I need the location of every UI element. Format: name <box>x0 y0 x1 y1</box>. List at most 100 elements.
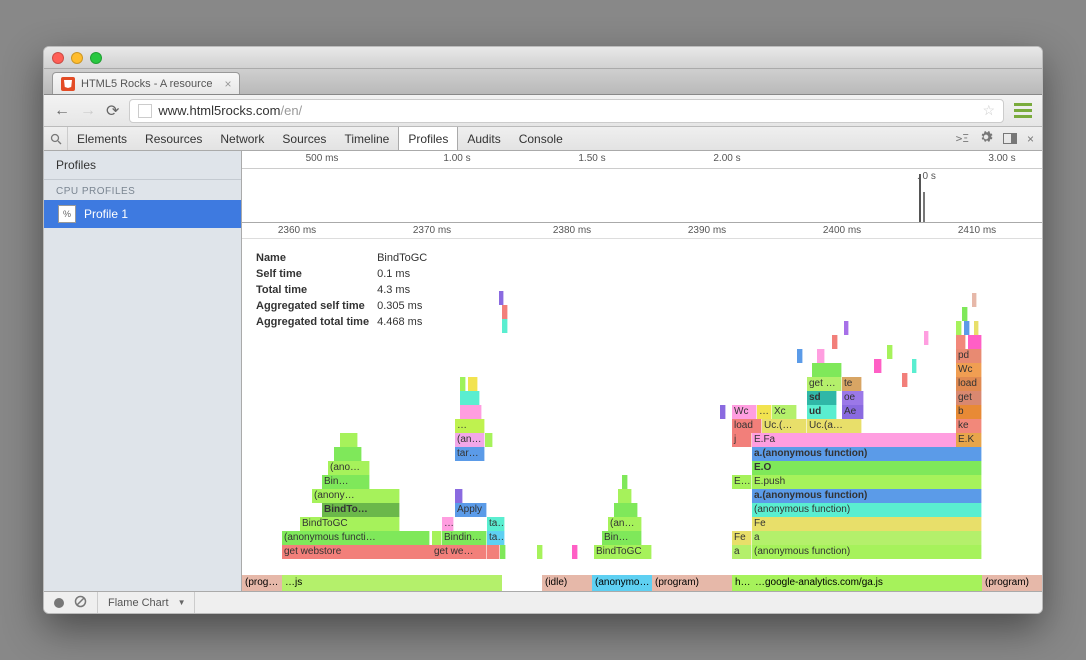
overview-ruler[interactable]: 500 ms1.00 s1.50 s2.00 s3.00 s3.50 s <box>242 151 1042 169</box>
flame-frame[interactable]: E.push <box>752 475 982 489</box>
sidebar-item-profile-1[interactable]: % Profile 1 <box>44 200 241 228</box>
devtab-elements[interactable]: Elements <box>68 127 136 150</box>
overview-strip[interactable]: . 0 s <box>242 169 1042 223</box>
flame-frame[interactable]: get we… <box>432 545 487 559</box>
chrome-menu-button[interactable] <box>1014 103 1032 118</box>
flame-frame[interactable] <box>812 363 842 377</box>
dock-side-icon[interactable] <box>1003 133 1017 144</box>
flame-frame[interactable]: Bin… <box>322 475 370 489</box>
flame-chart[interactable]: NameBindToGCSelf time0.1 msTotal time4.3… <box>242 239 1042 591</box>
flame-frame[interactable] <box>844 321 849 335</box>
flame-frame[interactable]: get <box>956 391 982 405</box>
flame-frame[interactable]: pd <box>956 349 982 363</box>
flame-frame[interactable]: ta… <box>487 517 505 531</box>
minimize-window-button[interactable] <box>71 52 83 64</box>
flame-frame[interactable] <box>500 545 506 559</box>
flame-frame[interactable] <box>468 377 478 391</box>
flame-frame[interactable]: sd <box>807 391 837 405</box>
flame-frame[interactable] <box>455 489 463 503</box>
flame-frame[interactable] <box>572 545 578 559</box>
flame-frame[interactable]: … <box>442 517 454 531</box>
devtab-sources[interactable]: Sources <box>273 127 335 150</box>
browser-tab[interactable]: HTML5 Rocks - A resource × <box>52 72 240 94</box>
flame-frame[interactable]: Bindin… <box>442 531 487 545</box>
flame-frame[interactable] <box>817 349 825 363</box>
bottom-segment[interactable]: (anonymo… <box>592 575 652 591</box>
bottom-segment[interactable]: (program) <box>982 575 1042 591</box>
flame-frame[interactable]: … <box>455 419 485 433</box>
flame-frame[interactable]: Apply <box>455 503 487 517</box>
record-button[interactable] <box>54 598 64 608</box>
flame-frame[interactable]: (anonymous function) <box>752 503 982 517</box>
flame-frame[interactable] <box>964 321 970 335</box>
bottom-segment[interactable]: …js <box>282 575 502 591</box>
flame-frame[interactable]: te <box>842 377 862 391</box>
flame-frame[interactable] <box>618 489 632 503</box>
flame-frame[interactable]: get … <box>807 377 842 391</box>
flame-frame[interactable]: E… <box>732 475 752 489</box>
devtools-close-icon[interactable]: × <box>1027 132 1034 146</box>
devtab-profiles[interactable]: Profiles <box>398 127 458 150</box>
console-drawer-icon[interactable]: >Ξ <box>956 132 969 145</box>
bookmark-star-icon[interactable]: ☆ <box>982 102 995 119</box>
flame-frame[interactable]: (an… <box>608 517 642 531</box>
bottom-segment[interactable]: h… <box>732 575 752 591</box>
settings-gear-icon[interactable] <box>979 130 993 147</box>
flame-frame[interactable] <box>887 345 893 359</box>
flame-frame[interactable] <box>962 307 968 321</box>
flame-frame[interactable]: Uc.(… <box>762 419 807 433</box>
flame-frame[interactable] <box>902 373 908 387</box>
flame-frame[interactable]: j <box>732 433 752 447</box>
flame-frame[interactable]: (anonymous functi… <box>282 531 430 545</box>
flame-frame[interactable] <box>720 405 726 419</box>
flame-frame[interactable]: Xc <box>772 405 797 419</box>
flame-frame[interactable] <box>968 335 982 349</box>
close-window-button[interactable] <box>52 52 64 64</box>
flame-frame[interactable] <box>956 335 966 349</box>
flame-frame[interactable] <box>432 531 442 545</box>
flame-frame[interactable] <box>485 433 493 447</box>
flame-frame[interactable]: … <box>757 405 772 419</box>
devtab-timeline[interactable]: Timeline <box>335 127 398 150</box>
flame-frame[interactable]: Bin… <box>602 531 642 545</box>
view-mode-select[interactable]: Flame Chart <box>98 592 195 613</box>
flame-frame[interactable]: tar… <box>455 447 485 461</box>
flame-frame[interactable] <box>832 335 838 349</box>
flame-frame[interactable]: a <box>732 545 752 559</box>
address-bar[interactable]: www.html5rocks.com/en/ ☆ <box>129 99 1004 123</box>
bottom-segment[interactable] <box>502 575 542 591</box>
flame-frame[interactable] <box>797 349 803 363</box>
flame-frame[interactable] <box>912 359 917 373</box>
flame-frame[interactable]: E.O <box>752 461 982 475</box>
close-tab-icon[interactable]: × <box>224 77 231 91</box>
bottom-segment[interactable]: (prog… <box>242 575 282 591</box>
flame-frame[interactable]: ta… <box>487 531 505 545</box>
flame-frame[interactable]: load <box>956 377 982 391</box>
flame-frame[interactable]: (anony… <box>312 489 400 503</box>
flame-frame[interactable] <box>502 319 508 333</box>
flame-frame[interactable]: BindToGC <box>594 545 652 559</box>
forward-button[interactable]: → <box>80 102 96 120</box>
flame-frame[interactable] <box>499 291 504 305</box>
flame-frame[interactable]: Ae <box>842 405 864 419</box>
flame-frame[interactable] <box>502 305 508 319</box>
flame-frame[interactable]: Wc <box>956 363 982 377</box>
flame-frame[interactable] <box>972 293 977 307</box>
flame-frame[interactable] <box>340 433 358 447</box>
devtab-audits[interactable]: Audits <box>458 127 509 150</box>
devtools-search-icon[interactable] <box>44 127 68 150</box>
detail-ruler[interactable]: 2360 ms2370 ms2380 ms2390 ms2400 ms2410 … <box>242 223 1042 239</box>
flame-frame[interactable]: (anonymous function) <box>752 545 982 559</box>
bottom-segment[interactable]: …google-analytics.com/ga.js <box>752 575 982 591</box>
bottom-segment[interactable]: (program) <box>652 575 732 591</box>
flame-frame[interactable]: (an… <box>455 433 485 447</box>
flame-frame[interactable]: BindToGC <box>300 517 400 531</box>
flame-frame[interactable]: b <box>956 405 982 419</box>
flame-frame[interactable]: BindTo… <box>322 503 400 517</box>
flame-frame[interactable] <box>974 321 979 335</box>
devtab-network[interactable]: Network <box>211 127 273 150</box>
flame-frame[interactable]: ke <box>956 419 982 433</box>
flame-frame[interactable] <box>956 321 962 335</box>
flame-frame[interactable]: oe <box>842 391 864 405</box>
flame-frame[interactable] <box>460 377 466 391</box>
